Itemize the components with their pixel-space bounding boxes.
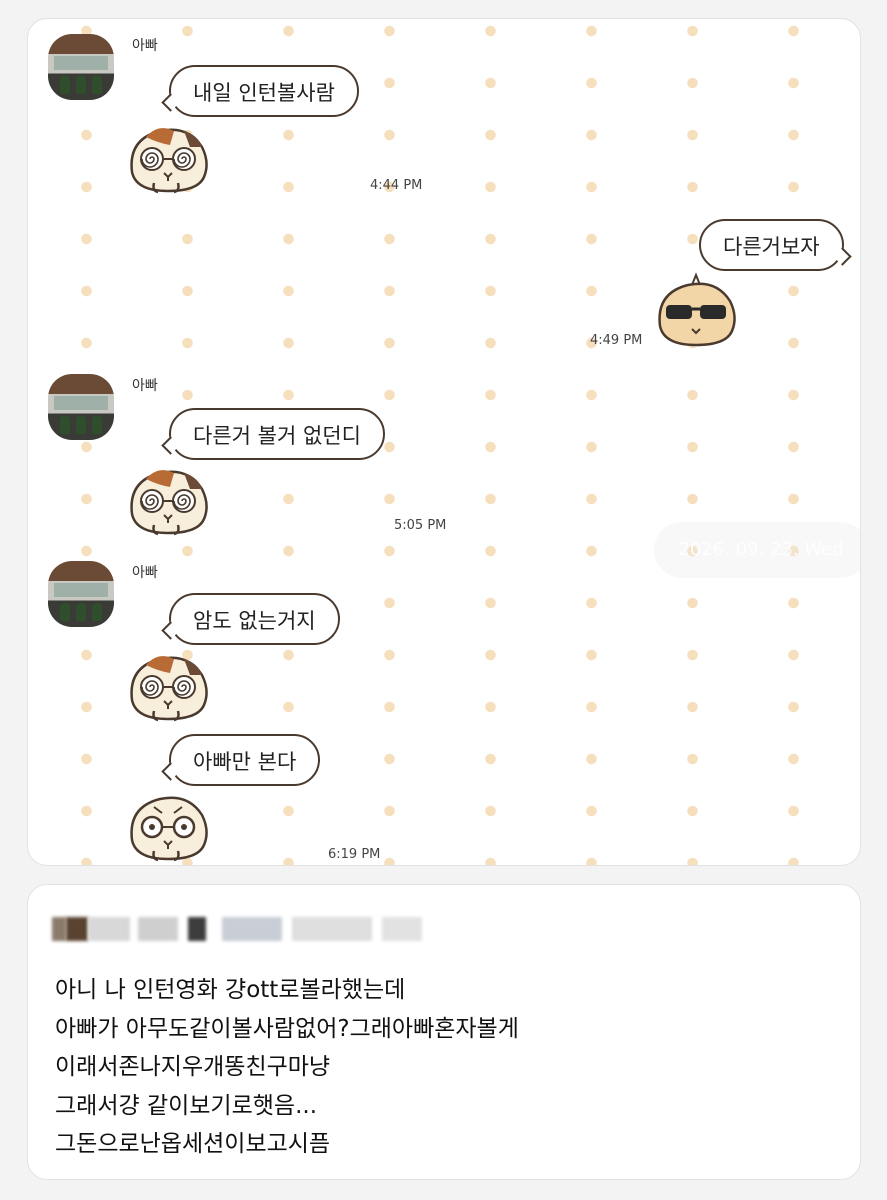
message-time: 4:49 PM — [590, 333, 643, 348]
message-bubble[interactable]: 다른거 볼거 없던디 — [161, 408, 385, 460]
post-card: 아니 나 인턴영화 걍ott로볼라했는데 아빠가 아무도같이볼사람없어?그래아빠… — [27, 884, 861, 1180]
post-line: 아빠가 아무도같이볼사람없어?그래아빠혼자볼게 — [55, 1015, 519, 1042]
post-body: 아니 나 인턴영화 걍ott로볼라했는데 아빠가 아무도같이볼사람없어?그래아빠… — [55, 971, 519, 1164]
dizzy-guinea-pig-sticker — [130, 470, 208, 536]
sender-avatar[interactable] — [48, 34, 114, 100]
glasses-guinea-pig-sticker — [130, 796, 208, 862]
message-text: 다른거 볼거 없던디 — [193, 424, 361, 448]
post-line: 아니 나 인턴영화 걍ott로볼라했는데 — [55, 977, 406, 1003]
post-line: 이래서존나지우개똥친구마냥 — [55, 1054, 331, 1080]
sender-name: 아빠 — [132, 38, 158, 54]
post-line: 그돈으로난옵세션이보고시픔 — [55, 1131, 331, 1157]
message-time: 4:44 PM — [370, 178, 423, 193]
sunglasses-guinea-pig-sticker — [658, 272, 736, 347]
message-text: 다른거보자 — [723, 235, 820, 259]
message-text: 아빠만 본다 — [193, 750, 297, 774]
sender-avatar[interactable] — [48, 561, 114, 627]
blurred-username — [52, 909, 432, 949]
message-bubble[interactable]: 암도 없는거지 — [161, 593, 340, 645]
message-time: 6:19 PM — [328, 847, 381, 862]
message-bubble[interactable]: 내일 인턴볼사람 — [161, 65, 359, 117]
sender-name: 아빠 — [132, 565, 158, 581]
message-bubble[interactable]: 아빠만 본다 — [161, 734, 321, 786]
sender-avatar[interactable] — [48, 374, 114, 440]
message-text: 암도 없는거지 — [193, 609, 316, 633]
dizzy-guinea-pig-sticker — [130, 656, 208, 722]
date-divider: 2026. 09. 23. Wed — [654, 522, 860, 578]
dizzy-guinea-pig-sticker — [130, 128, 208, 194]
message-bubble[interactable]: 다른거보자 — [699, 219, 852, 271]
sender-name: 아빠 — [132, 378, 158, 394]
post-line: 그래서걍 같이보기로햇음... — [55, 1092, 318, 1119]
message-time: 5:05 PM — [394, 518, 447, 533]
message-text: 내일 인턴볼사람 — [193, 81, 335, 105]
chat-screenshot: 아빠 내일 인턴볼사람 4:44 PM 다른거보자 4:49 PM 아빠 다른거… — [27, 18, 861, 866]
